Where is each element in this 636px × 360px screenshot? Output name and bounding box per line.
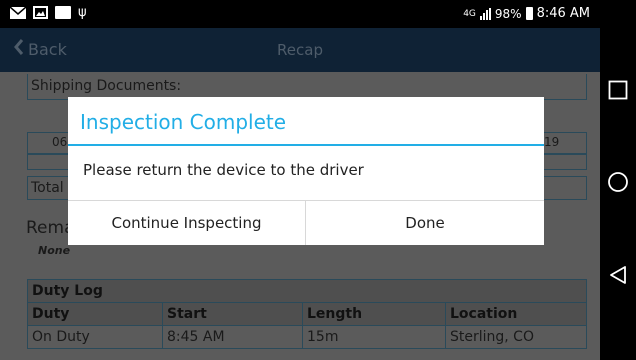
system-navigation-bar	[600, 0, 636, 360]
dialog-message: Please return the device to the driver	[83, 161, 364, 179]
battery-percent: 98%	[494, 6, 522, 21]
cell-location: Sterling, CO	[445, 325, 587, 349]
recent-apps-button[interactable]	[600, 70, 636, 110]
battery-icon	[525, 7, 533, 20]
total-label: Total	[31, 180, 64, 196]
remarks-value: None	[38, 244, 71, 257]
duty-log-table: Duty Log Duty Start Length Location On D…	[27, 279, 587, 349]
notification-icons: ψ	[9, 5, 87, 20]
signal-icon	[479, 7, 491, 20]
date-right: 19	[544, 135, 560, 149]
home-button[interactable]	[600, 162, 636, 202]
cell-start: 8:45 AM	[162, 325, 303, 349]
circle-outline-icon	[608, 172, 628, 192]
done-button[interactable]: Done	[306, 201, 544, 245]
square-icon	[55, 6, 71, 19]
cell-length: 15m	[302, 325, 446, 349]
shipping-label: Shipping Documents:	[31, 78, 182, 94]
system-back-button[interactable]	[600, 255, 636, 295]
dialog-title: Inspection Complete	[80, 110, 287, 134]
app-header: Back Recap	[0, 28, 600, 72]
mail-icon	[9, 5, 27, 19]
continue-inspecting-button[interactable]: Continue Inspecting	[68, 201, 305, 245]
date-left: 06	[52, 135, 68, 149]
usb-icon: ψ	[78, 5, 87, 20]
triangle-back-icon	[610, 266, 626, 284]
column-header-length: Length	[302, 302, 446, 326]
network-type: 4G	[463, 8, 476, 19]
square-outline-icon	[608, 80, 628, 100]
column-header-start: Start	[162, 302, 303, 326]
page-title: Recap	[277, 41, 323, 59]
table-row: On Duty 8:45 AM 15m Sterling, CO	[27, 325, 587, 349]
app-screen: ψ 4G 98% 8:46 AM Back Recap Shipping Doc…	[0, 0, 600, 360]
clock: 8:46 AM	[536, 6, 590, 21]
inspection-complete-dialog: Inspection Complete Please return the de…	[68, 97, 544, 245]
status-bar: ψ 4G 98% 8:46 AM	[0, 0, 600, 28]
column-header-duty: Duty	[27, 302, 163, 326]
status-right: 4G 98% 8:46 AM	[463, 6, 590, 21]
duty-log-title: Duty Log	[27, 279, 587, 303]
image-icon	[33, 6, 48, 19]
column-header-location: Location	[445, 302, 587, 326]
cell-duty: On Duty	[27, 325, 163, 349]
dialog-title-divider	[68, 144, 544, 146]
